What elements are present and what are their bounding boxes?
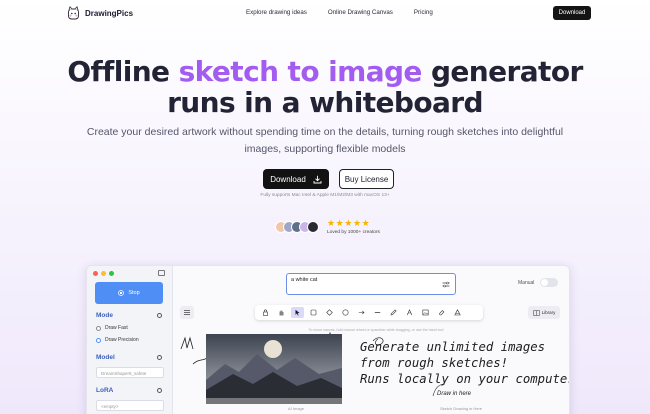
text-tool-icon[interactable] (403, 307, 416, 318)
hero-title: Offline sketch to image generator runs i… (0, 56, 650, 118)
hamburger-menu-icon[interactable] (180, 306, 194, 319)
ellipse-icon[interactable] (339, 307, 352, 318)
sidebar-toggle-icon[interactable] (158, 270, 165, 276)
app-sidebar: Stop Mode Draw Fast Draw Precision Model… (87, 266, 173, 414)
handwritten-line: Generate unlimited images (360, 340, 546, 354)
hero-title-pre: Offline (67, 55, 179, 88)
stop-button[interactable]: Stop (95, 282, 163, 304)
sketch-caption: Sketch Drawing in Here (440, 406, 483, 411)
mode-label: Mode (96, 312, 113, 319)
model-info-icon[interactable] (157, 355, 162, 360)
ai-image-caption: AI Image (288, 406, 305, 411)
prompt-input[interactable]: a white cat (286, 273, 456, 295)
menu-lines-icon (184, 310, 190, 315)
ai-image-snow-base (206, 398, 342, 404)
app-window-preview: Stop Mode Draw Fast Draw Precision Model… (86, 265, 570, 414)
lora-info-icon[interactable] (157, 388, 162, 393)
lora-select[interactable]: <empty> (96, 400, 164, 411)
platform-support-text: Fully supports Mac Intel & Apple M1/M2/M… (260, 193, 390, 198)
rating-block: ★★★★★ Loved by 1000+ creators (327, 218, 380, 236)
cat-logo-icon (68, 6, 79, 20)
avatar (307, 221, 319, 233)
rectangle-icon[interactable] (307, 307, 320, 318)
handwritten-line: Runs locally on your computer! (360, 372, 570, 386)
handwritten-message: Generate unlimited images from rough ske… (360, 339, 570, 387)
minimize-dot-icon[interactable] (101, 271, 106, 276)
social-proof: ★★★★★ Loved by 1000+ creators (275, 219, 380, 235)
radio-selected-icon (96, 337, 101, 343)
stop-label: Stop (128, 290, 140, 296)
book-icon (532, 309, 540, 316)
mode-option-label: Draw Precision (105, 337, 139, 343)
lora-label: LoRA (96, 387, 114, 394)
brand-name: DrawingPics (85, 8, 134, 18)
model-select[interactable]: DreamShaper8_safete (96, 367, 164, 378)
ai-image-moon (264, 340, 282, 358)
download-icon (313, 175, 322, 183)
arrow-icon[interactable] (355, 307, 368, 318)
lock-icon[interactable] (259, 307, 272, 318)
star-rating-icons: ★★★★★ (327, 218, 371, 228)
radio-icon (96, 325, 101, 331)
line-icon[interactable] (371, 307, 384, 318)
prompt-text: a white cat (291, 277, 318, 283)
close-dot-icon[interactable] (93, 271, 98, 276)
hand-tool-icon[interactable] (275, 307, 288, 318)
top-nav: DrawingPics Explore drawing ideas Online… (0, 0, 650, 28)
cta-row: Download Buy License (263, 169, 394, 189)
nav-link-pricing[interactable]: Pricing (414, 9, 433, 16)
sketch-m-scribble (180, 336, 194, 350)
image-icon[interactable] (419, 307, 432, 318)
mode-info-icon[interactable] (157, 313, 162, 318)
canvas-area[interactable]: a white cat Manual Library To move canva… (173, 266, 570, 414)
nav-link-explore[interactable]: Explore drawing ideas (246, 9, 307, 16)
draw-here-label: Draw in here (437, 391, 472, 397)
window-controls (93, 271, 114, 276)
shapes-library-icon[interactable] (451, 307, 464, 318)
eraser-icon[interactable] (435, 307, 448, 318)
nav-download-button[interactable]: Download (553, 6, 591, 20)
settings-sliders-icon[interactable] (442, 281, 450, 288)
nav-link-online-canvas[interactable]: Online Drawing Canvas (328, 9, 393, 16)
hero-download-button[interactable]: Download (263, 169, 329, 189)
handwritten-line: from rough sketches! (360, 356, 509, 370)
hero-download-label: Download (270, 174, 306, 184)
pencil-icon[interactable] (387, 307, 400, 318)
manual-label: Manual (518, 280, 535, 286)
drawing-toolbar (255, 305, 483, 320)
manual-toggle[interactable] (540, 278, 558, 287)
mode-option-draw-fast[interactable]: Draw Fast (96, 325, 128, 331)
select-pointer-icon[interactable] (291, 307, 304, 318)
avatar-group (275, 221, 319, 233)
hero-title-post: generator (421, 55, 583, 88)
stop-icon (118, 290, 125, 296)
diamond-icon[interactable] (323, 307, 336, 318)
hero-subtitle: Create your desired artwork without spen… (86, 126, 564, 155)
library-button[interactable]: Library (528, 306, 560, 319)
loved-by-text: Loved by 1000+ creators (327, 230, 380, 235)
zoom-dot-icon[interactable] (109, 271, 114, 276)
mode-option-label: Draw Fast (105, 325, 128, 331)
hero-title-accent: sketch to image (178, 55, 423, 88)
brand-logo[interactable]: DrawingPics (67, 6, 133, 20)
library-label: Library (541, 310, 556, 315)
model-label: Model (96, 354, 115, 361)
mode-option-draw-precision[interactable]: Draw Precision (96, 337, 139, 343)
hero-title-line2: runs in a whiteboard (167, 86, 483, 119)
buy-license-button[interactable]: Buy License (339, 169, 394, 189)
nav-links: Explore drawing ideas Online Drawing Can… (246, 9, 454, 16)
